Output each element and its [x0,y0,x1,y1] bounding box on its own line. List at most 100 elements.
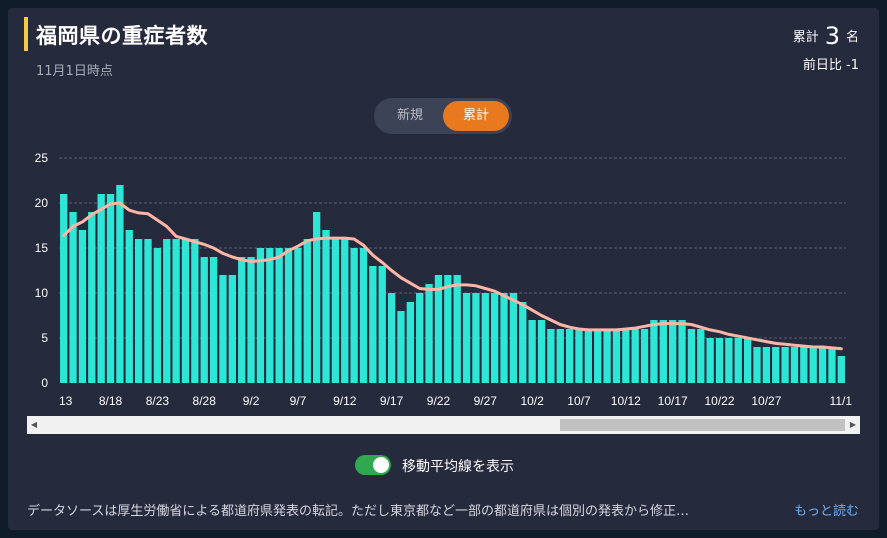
bar [622,329,630,383]
bar [69,212,77,383]
bar [725,338,733,383]
bar [219,275,227,383]
bar [60,194,68,383]
bar [715,338,724,383]
bar [444,275,452,383]
bar [565,329,574,383]
bar [303,239,311,383]
bar [678,320,686,383]
bar [669,320,677,383]
chart-scrollbar[interactable]: ◀ ▶ [27,416,860,434]
bar [453,275,461,383]
moving-average-label: 移動平均線を表示 [402,459,514,475]
bar [181,239,190,383]
bar [163,239,171,383]
y-tick-label: 15 [35,241,49,255]
bar [603,329,611,383]
bar [387,293,396,383]
scroll-left-arrow-icon[interactable]: ◀ [27,416,41,434]
bar [134,239,143,383]
scrollbar-thumb[interactable] [560,419,845,431]
bar [350,248,358,383]
bar [397,311,405,383]
bar [238,257,246,383]
y-tick-label: 20 [35,196,49,210]
moving-average-line [62,201,843,351]
bar [209,257,218,383]
bar [809,347,817,383]
toggle-cumulative-button[interactable]: 累計 [443,101,509,131]
bar [537,320,546,383]
day-over-day-diff: 前日比 -1 [802,58,859,73]
bar [228,275,236,383]
bar [425,284,433,383]
x-tick-label: 13 [59,394,73,408]
x-tick-label: 10/22 [705,394,735,408]
bar [369,266,377,383]
y-tick-label: 5 [41,331,48,345]
bar [322,230,330,383]
x-tick-label: 9/17 [380,394,404,408]
total-value: 3 [824,22,840,50]
severe-cases-chart: 0 5 10 15 20 25 13 8/18 8/23 8/28 9/2 9/7 9/12 9/17 9/… [35,151,853,408]
x-tick-label: 8/23 [146,394,170,408]
bar [434,275,443,383]
total-prefix: 累計 [792,30,819,45]
bar [640,329,649,383]
x-tick-label: 10/7 [567,394,591,408]
bar [462,293,471,383]
view-toggle: 新規 累計 [374,98,512,134]
bar [528,320,536,383]
bar [359,248,368,383]
bar [88,212,96,383]
bar [818,347,827,383]
scroll-right-arrow-icon[interactable]: ▶ [846,416,860,434]
x-tick-label: 10/12 [611,394,641,408]
bar [781,347,789,383]
bar [790,347,799,383]
bar [481,293,489,383]
bar [650,320,658,383]
bar [556,329,564,383]
bar [191,239,199,383]
x-tick-label: 8/28 [193,394,217,408]
bar [706,338,714,383]
bar [631,329,639,383]
as-of-date: 11月1日時点 [36,64,113,79]
bar [256,248,265,383]
moving-average-switch[interactable] [355,455,391,475]
bar [828,347,836,383]
bar [106,194,115,383]
data-source-text: データソースは厚生労働省による都道府県発表の転記。ただし東京都など一部の都道府県… [27,504,689,519]
bar [153,248,162,383]
bar [78,230,87,383]
bar [687,329,696,383]
bar [284,248,293,383]
bar [341,239,349,383]
bar [772,347,780,383]
bar [659,320,667,383]
x-tick-label: 9/27 [474,394,498,408]
bar [800,347,808,383]
bar [331,239,340,383]
y-tick-label: 0 [41,376,48,390]
page-title: 福岡県の重症者数 [36,24,208,48]
bar [734,338,742,383]
read-more-link[interactable]: もっと読む [794,500,859,519]
bar [125,230,133,383]
bar [762,347,771,383]
x-tick-label: 10/2 [520,394,544,408]
bar [97,194,105,383]
bar [491,293,499,383]
x-tick-label: 8/18 [99,394,123,408]
toggle-new-button[interactable]: 新規 [377,101,443,131]
bar [406,302,414,383]
bar [294,248,302,383]
x-tick-label: 9/12 [333,394,357,408]
bar [753,347,761,383]
bar [266,248,274,383]
bar [172,239,180,383]
bar [575,329,583,383]
x-tick-label: 9/7 [290,394,307,408]
bar [594,329,602,383]
